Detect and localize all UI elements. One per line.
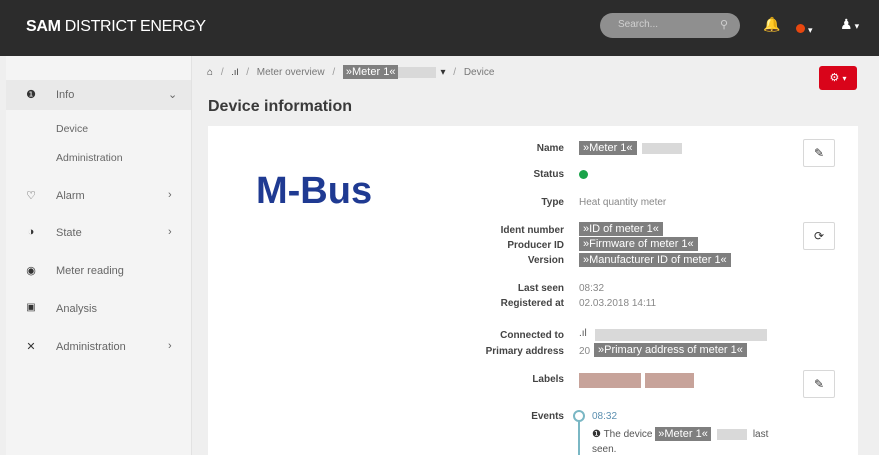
sidebar-item-alarm[interactable]: ♡ Alarm ›	[6, 185, 191, 207]
pencil-icon: ✎	[813, 146, 825, 160]
version-value: »Manufacturer ID of meter 1«	[579, 253, 731, 267]
name-value: »Meter 1«	[579, 141, 637, 155]
edit-labels-button[interactable]: ✎	[803, 370, 835, 398]
status-indicator	[579, 170, 588, 179]
sidebar-item-administration[interactable]: ✕ Administration ›	[6, 336, 191, 358]
half-circle-icon: ◑	[27, 226, 35, 238]
breadcrumb-meter[interactable]: »Meter 1«	[342, 65, 399, 79]
last-seen-value: 08:32	[579, 283, 605, 294]
gear-icon: ⚙	[829, 72, 840, 84]
primary-address-label: Primary address	[485, 346, 564, 357]
binoculars-icon: ◉	[26, 265, 36, 277]
ident-number-label: Ident number	[500, 225, 564, 236]
label-tag[interactable]	[579, 373, 641, 388]
status-label: Status	[533, 169, 564, 180]
sidebar-item-meter-reading[interactable]: ◉ Meter reading	[6, 260, 191, 282]
sidebar-item-state[interactable]: ◑ State ›	[6, 222, 191, 244]
name-label: Name	[536, 143, 564, 154]
labels-label: Labels	[532, 374, 564, 385]
bell-outline-icon: ♡	[26, 190, 36, 202]
producer-id-value: »Firmware of meter 1«	[579, 237, 698, 251]
label-tag[interactable]	[645, 373, 694, 388]
status-dot-icon	[796, 24, 805, 33]
page-title: Device information	[208, 98, 353, 115]
sidebar	[6, 56, 192, 455]
primary-address-value: »Primary address of meter 1«	[594, 343, 747, 357]
breadcrumb-meter-overview[interactable]: Meter overview	[257, 67, 325, 78]
signal-icon[interactable]: .ıl	[231, 67, 238, 77]
event-text: ❶ The device »Meter 1« last	[592, 427, 769, 441]
chevron-right-icon: ›	[168, 189, 172, 201]
edit-name-button[interactable]: ✎	[803, 139, 835, 167]
timeline-node	[573, 410, 585, 422]
status-dropdown[interactable]: ▾	[796, 20, 813, 36]
type-value: Heat quantity meter	[579, 197, 667, 208]
ident-number-value: »ID of meter 1«	[579, 222, 663, 236]
sidebar-item-info[interactable]: ❶ Info ⌄	[6, 84, 191, 106]
event-text-end: seen.	[592, 444, 617, 455]
registered-at-label: Registered at	[500, 298, 564, 309]
breadcrumb-device: Device	[463, 67, 495, 78]
home-icon[interactable]: ⌂	[207, 67, 213, 78]
registered-at-value: 02.03.2018 14:11	[579, 298, 657, 309]
mbus-logo: M-Bus	[256, 170, 373, 212]
connected-to-label: Connected to	[500, 330, 564, 341]
timeline-line	[578, 418, 580, 455]
primary-address-prefix: 20	[579, 346, 591, 357]
search-input[interactable]: Search... ⚲	[600, 13, 740, 38]
wrench-icon: ✕	[26, 341, 36, 353]
sidebar-subitem-device[interactable]: Device	[56, 123, 88, 135]
event-meter: »Meter 1«	[655, 427, 711, 441]
sidebar-item-analysis[interactable]: ▣ Analysis	[6, 298, 191, 320]
event-time: 08:32	[592, 411, 618, 422]
producer-id-label: Producer ID	[507, 240, 564, 251]
breadcrumb-meter-blur	[398, 66, 437, 78]
settings-dropdown-button[interactable]: ⚙ ▾	[819, 66, 857, 90]
events-label: Events	[531, 411, 564, 422]
chevron-right-icon: ›	[168, 340, 172, 352]
refresh-button[interactable]: ⟳	[803, 222, 835, 250]
pencil-icon: ✎	[813, 377, 825, 391]
info-icon: ❶	[26, 89, 36, 101]
refresh-icon: ⟳	[813, 229, 825, 243]
chevron-down-icon[interactable]: ▾	[440, 67, 445, 78]
chevron-right-icon: ›	[168, 226, 172, 238]
version-label: Version	[527, 255, 564, 266]
chevron-down-icon: ⌄	[168, 89, 178, 101]
name-blur	[642, 143, 682, 154]
sidebar-subitem-administration[interactable]: Administration	[56, 152, 123, 164]
signal-icon: .ıl	[579, 328, 587, 339]
bell-icon[interactable]: 🔔	[763, 16, 780, 33]
info-icon: ❶	[592, 429, 601, 440]
breadcrumb: ⌂ / .ıl / Meter overview / »Meter 1« ▾ / …	[207, 65, 495, 79]
user-icon: ♟	[840, 16, 853, 32]
last-seen-label: Last seen	[517, 283, 564, 294]
user-menu-button[interactable]: ♟ ▾	[840, 16, 859, 33]
bar-chart-icon: ▣	[26, 302, 36, 313]
connected-to-blur	[595, 329, 767, 341]
search-icon: ⚲	[719, 19, 728, 31]
search-placeholder: Search...	[618, 19, 659, 30]
brand-logo[interactable]: SAM DISTRICT ENERGY	[26, 18, 206, 36]
type-label: Type	[541, 197, 564, 208]
top-navbar: SAM DISTRICT ENERGY Search... ⚲ 🔔 ▾ ♟ ▾	[0, 0, 879, 56]
